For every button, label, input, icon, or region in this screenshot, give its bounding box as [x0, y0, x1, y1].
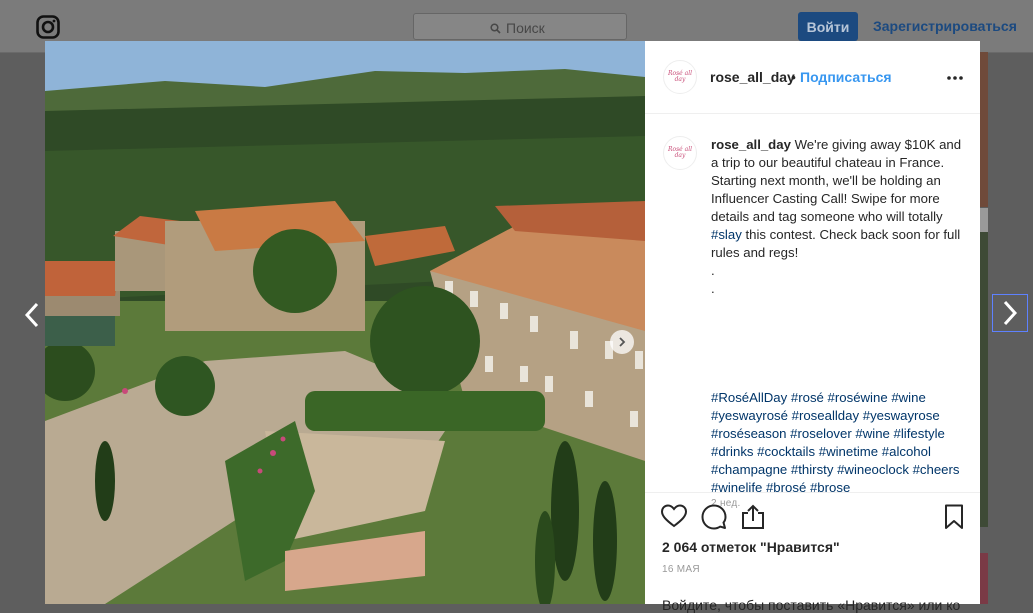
- caption-hashtag[interactable]: #slay: [711, 227, 742, 242]
- more-options-icon[interactable]: [946, 65, 964, 86]
- background-thumbnail: [980, 52, 988, 207]
- heart-icon[interactable]: [660, 504, 688, 533]
- bookmark-icon[interactable]: [944, 504, 964, 535]
- post-photo[interactable]: [45, 41, 645, 604]
- avatar-logo-text: Rosé all day: [667, 146, 693, 159]
- search-input[interactable]: [504, 18, 618, 38]
- caption-username[interactable]: rose_all_day: [711, 137, 791, 152]
- avatar[interactable]: Rosé all day: [663, 60, 697, 94]
- post-date[interactable]: 16 МАЯ: [662, 564, 700, 575]
- chevron-right-icon[interactable]: [992, 294, 1028, 332]
- post-modal: Rosé all day rose_all_day • Подписаться …: [45, 41, 980, 613]
- post-username[interactable]: rose_all_day: [710, 69, 795, 85]
- post-actions: 2 064 отметок "Нравится" 16 МАЯ Войдите,…: [645, 492, 980, 613]
- caption-area: Rosé all day rose_all_day We're giving a…: [645, 114, 980, 509]
- signup-link[interactable]: Зарегистрироваться: [873, 18, 1017, 34]
- comment-icon[interactable]: [701, 504, 727, 535]
- login-prompt[interactable]: Войдите, чтобы поставить «Нравится» или …: [662, 597, 960, 613]
- login-button[interactable]: Войти: [798, 12, 858, 41]
- post-header: Rosé all day rose_all_day • Подписаться: [645, 41, 980, 114]
- post-caption: rose_all_day We're giving away $10K and …: [711, 136, 963, 298]
- hashtag-list[interactable]: #RoséAllDay #rosé #roséwine #wine #yeswa…: [711, 389, 961, 497]
- likes-count[interactable]: 2 064 отметок "Нравится": [662, 539, 840, 555]
- search-icon: [490, 21, 501, 39]
- follow-button[interactable]: Подписаться: [800, 69, 892, 85]
- chevron-left-icon[interactable]: [22, 302, 42, 333]
- share-icon[interactable]: [741, 504, 765, 535]
- avatar[interactable]: Rosé all day: [663, 136, 697, 170]
- separator-dot: •: [791, 69, 796, 85]
- carousel-next-icon[interactable]: [610, 330, 634, 354]
- avatar-logo-text: Rosé all day: [667, 70, 693, 83]
- caption-text-end: this contest. Check back soon for full r…: [711, 227, 961, 296]
- background-thumbnail-gap: [980, 208, 988, 232]
- post-sidebar: Rosé all day rose_all_day • Подписаться …: [645, 41, 980, 613]
- instagram-icon[interactable]: [36, 15, 60, 39]
- background-thumbnail: [980, 232, 988, 527]
- search-box[interactable]: [413, 13, 627, 40]
- background-thumbnail: [980, 553, 988, 604]
